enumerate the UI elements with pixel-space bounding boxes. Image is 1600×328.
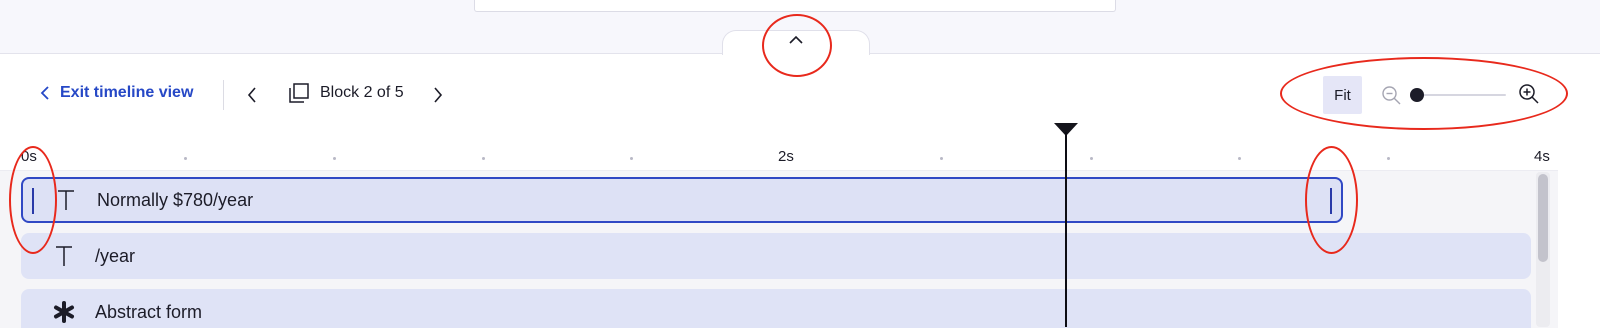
timeline-ruler[interactable]: 0s 2s 4s — [0, 140, 1600, 170]
pages-icon — [289, 83, 309, 103]
track-start-handle[interactable] — [32, 188, 34, 214]
playhead-line[interactable] — [1065, 132, 1067, 327]
zoom-slider-track — [1410, 94, 1506, 96]
track-year[interactable]: /year — [21, 233, 1531, 279]
ruler-label-0s: 0s — [21, 148, 37, 165]
timeline-tracks: Normally $780/year /year Abstract form — [0, 170, 1558, 328]
ruler-tick — [333, 157, 336, 160]
zoom-out-button[interactable] — [1381, 85, 1402, 111]
timeline-toolbar: Exit timeline view Block 2 of 5 Fit — [0, 72, 1600, 118]
ruler-label-2s: 2s — [778, 148, 794, 165]
track-label: Normally $780/year — [97, 189, 254, 210]
previous-block-button[interactable] — [246, 86, 258, 109]
chevron-right-icon — [434, 87, 443, 103]
fit-button[interactable]: Fit — [1323, 76, 1362, 114]
text-icon — [51, 189, 81, 211]
track-label: Abstract form — [95, 301, 203, 322]
exit-timeline-label: Exit timeline view — [60, 84, 194, 101]
ruler-tick — [1090, 157, 1093, 160]
track-abstract-form[interactable]: Abstract form — [21, 289, 1531, 328]
chevron-left-icon — [40, 86, 49, 100]
track-label: /year — [95, 245, 136, 266]
zoom-out-icon — [1382, 86, 1401, 105]
scrollbar-thumb[interactable] — [1538, 174, 1548, 262]
ruler-tick — [1238, 157, 1241, 160]
text-icon — [49, 245, 79, 267]
ruler-tick — [630, 157, 633, 160]
track-end-handle[interactable] — [1330, 188, 1332, 214]
zoom-slider[interactable] — [1410, 84, 1506, 106]
chevron-up-icon — [789, 35, 803, 44]
block-indicator-label: Block 2 of 5 — [320, 84, 404, 101]
canvas-preview — [474, 0, 1116, 12]
ruler-label-4s: 4s — [1534, 148, 1550, 165]
chevron-left-icon — [247, 87, 256, 103]
zoom-in-button[interactable] — [1518, 83, 1540, 110]
ruler-tick — [940, 157, 943, 160]
collapse-timeline-button[interactable] — [722, 30, 870, 55]
toolbar-divider — [223, 80, 224, 110]
canvas-area — [0, 0, 1600, 55]
asterisk-shape-icon — [49, 300, 79, 324]
tracks-scrollbar[interactable] — [1536, 172, 1550, 327]
exit-timeline-button[interactable]: Exit timeline view — [40, 84, 193, 102]
ruler-tick — [1387, 157, 1390, 160]
next-block-button[interactable] — [432, 86, 444, 109]
block-indicator: Block 2 of 5 — [288, 82, 404, 104]
ruler-tick — [482, 157, 485, 160]
zoom-slider-thumb[interactable] — [1410, 88, 1424, 102]
ruler-tick — [184, 157, 187, 160]
track-normally-780-year[interactable]: Normally $780/year — [21, 177, 1343, 223]
zoom-in-icon — [1519, 84, 1539, 104]
